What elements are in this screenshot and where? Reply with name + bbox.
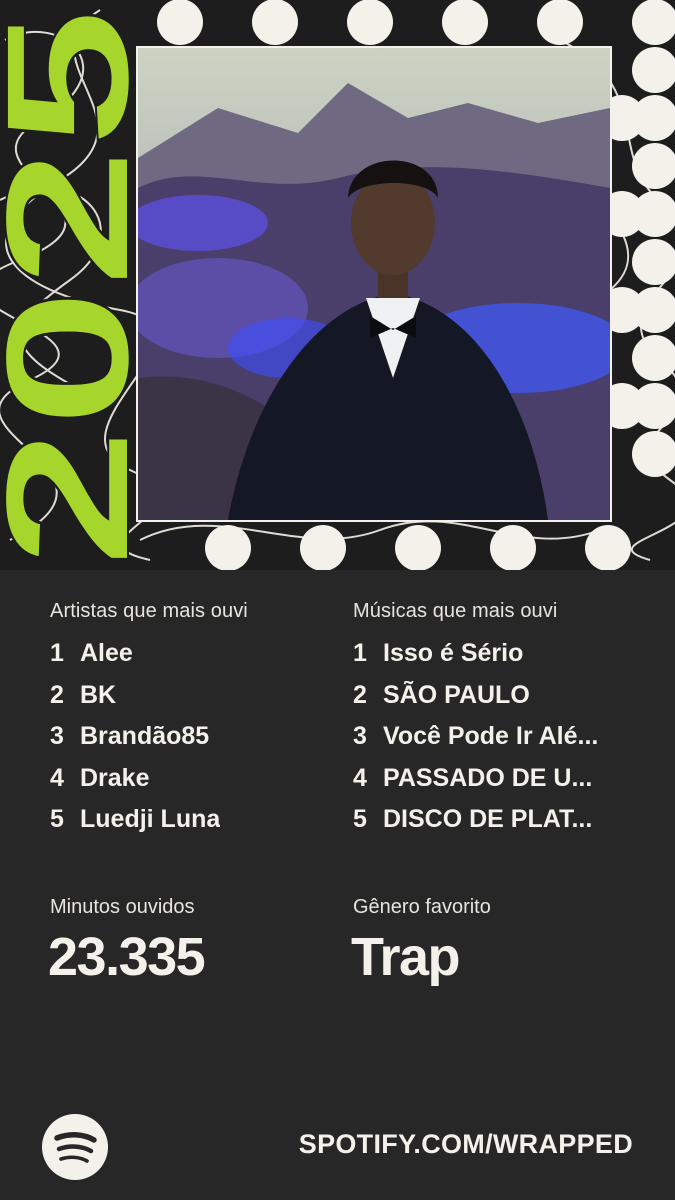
- song-name: PASSADO DE U...: [383, 763, 593, 792]
- genre-label: Gênero favorito: [353, 896, 491, 918]
- artist-name: Brandão85: [80, 722, 210, 750]
- song-row: 2 SÃO PAULO: [353, 681, 653, 723]
- song-name: SÃO PAULO: [383, 680, 530, 709]
- year-text: 2025: [0, 8, 150, 568]
- wrapped-url-link[interactable]: SPOTIFY.COM/WRAPPED: [299, 1129, 633, 1160]
- polka-dot: [537, 0, 583, 45]
- polka-dot: [300, 525, 346, 570]
- polka-dot: [205, 525, 251, 570]
- portrait-photo: [136, 46, 612, 522]
- artist-row: 1 Alee: [50, 639, 350, 681]
- top-artists-section: Artistas que mais ouvi 1 Alee 2 BK 3 Brandã…: [50, 600, 350, 847]
- year-graphic: 2025: [0, 7, 150, 569]
- top-artists-title: Artistas que mais ouvi: [50, 600, 248, 622]
- rank-number: 2: [50, 680, 64, 709]
- song-row: 1 Isso é Sério: [353, 639, 653, 681]
- rank-number: 3: [50, 722, 64, 750]
- rank-number: 4: [50, 763, 64, 792]
- polka-dot: [395, 525, 441, 570]
- song-row: 3 Você Pode Ir Alé...: [353, 722, 653, 764]
- genre-value: Trap: [351, 927, 461, 987]
- artist-name: Luedji Luna: [80, 805, 221, 833]
- artist-row: 2 BK: [50, 681, 350, 723]
- song-name: Isso é Sério: [383, 639, 524, 667]
- song-name: Você Pode Ir Alé...: [383, 722, 599, 750]
- top-songs-title: Músicas que mais ouvi: [353, 600, 558, 622]
- polka-dot: [632, 47, 675, 93]
- polka-dot: [442, 0, 488, 45]
- polka-dot: [632, 143, 675, 189]
- rank-number: 2: [353, 680, 367, 709]
- artist-row: 3 Brandão85: [50, 722, 350, 764]
- hero-banner: 2025: [0, 0, 675, 570]
- artist-name: Alee: [80, 639, 133, 667]
- spotify-logo-icon[interactable]: [42, 1114, 108, 1180]
- rank-number: 1: [50, 639, 64, 667]
- minutes-value: 23.335: [48, 927, 206, 987]
- polka-dot: [347, 0, 393, 45]
- top-songs-section: Músicas que mais ouvi 1 Isso é Sério 2 SÃO…: [353, 600, 653, 847]
- polka-dot: [252, 0, 298, 45]
- rank-number: 5: [353, 805, 367, 833]
- rank-number: 3: [353, 722, 367, 750]
- stats-panel: Artistas que mais ouvi 1 Alee 2 BK 3 Brandã…: [0, 570, 675, 1200]
- rank-number: 1: [353, 639, 367, 667]
- artist-row: 4 Drake: [50, 764, 350, 806]
- polka-dot: [632, 0, 675, 45]
- artist-name: Drake: [80, 763, 150, 792]
- rank-number: 5: [50, 805, 64, 833]
- polka-dot: [632, 335, 675, 381]
- rank-number: 4: [353, 763, 367, 792]
- artist-name: BK: [80, 680, 117, 709]
- song-row: 5 DISCO DE PLAT...: [353, 805, 653, 847]
- minutes-label: Minutos ouvidos: [50, 896, 195, 918]
- polka-dot: [157, 0, 203, 45]
- song-name: DISCO DE PLAT...: [383, 805, 593, 833]
- song-row: 4 PASSADO DE U...: [353, 764, 653, 806]
- artist-row: 5 Luedji Luna: [50, 805, 350, 847]
